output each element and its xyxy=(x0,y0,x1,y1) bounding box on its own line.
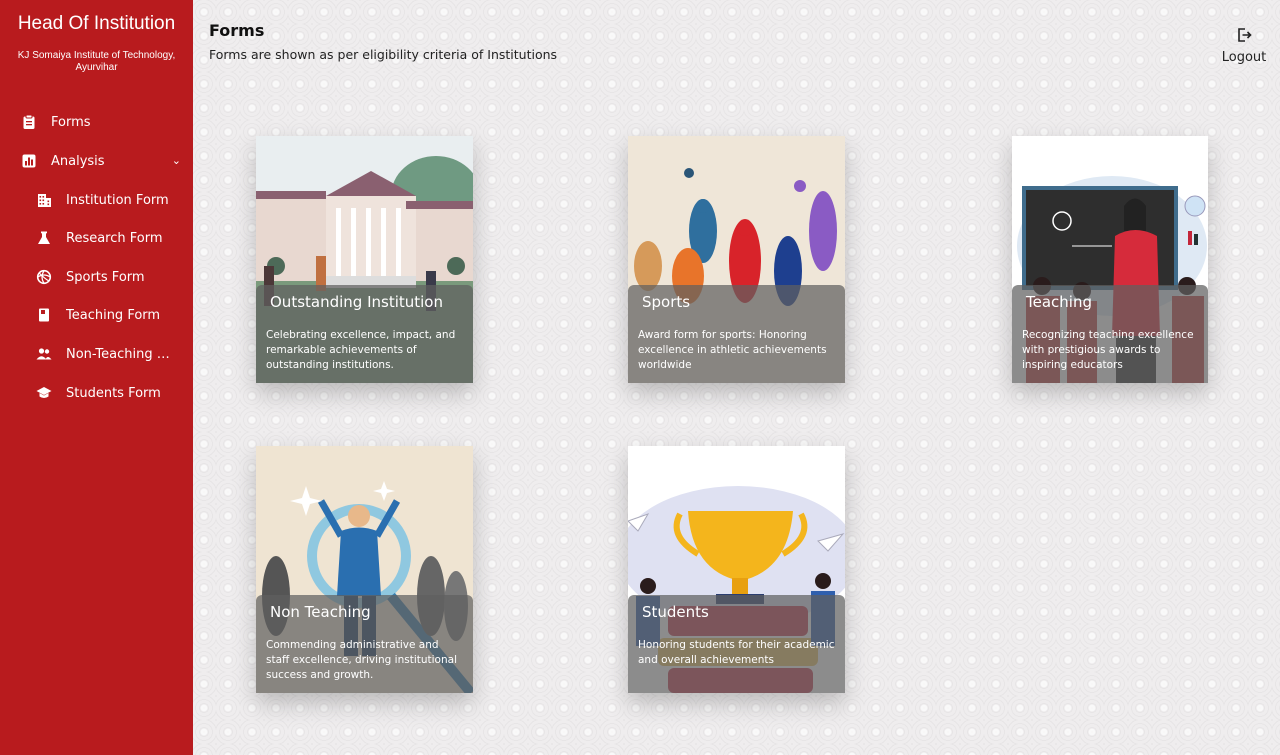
card-description: Recognizing teaching excellence with pre… xyxy=(1022,329,1194,371)
card-description: Honoring students for their academic and… xyxy=(638,639,835,666)
card-teaching[interactable]: Teaching Recognizing teaching excellence… xyxy=(1012,136,1208,383)
sidebar-item-label: Students Form xyxy=(66,385,161,401)
sidebar-item-analysis[interactable]: Analysis ⌄ xyxy=(0,146,193,176)
sidebar: Head Of Institution KJ Somaiya Institute… xyxy=(0,0,193,755)
card-title: Non Teaching xyxy=(270,603,371,621)
sidebar-title: Head Of Institution xyxy=(17,13,176,34)
graduation-cap-icon xyxy=(36,385,52,401)
sidebar-item-label: Teaching Form xyxy=(66,307,161,323)
card-description: Award form for sports: Honoring excellen… xyxy=(638,329,827,371)
institution-name: KJ Somaiya Institute of Technology, Ayur… xyxy=(17,50,176,73)
card-description: Celebrating excellence, impact, and rema… xyxy=(266,329,456,371)
card-outstanding-institution[interactable]: Outstanding Institution Celebrating exce… xyxy=(256,136,473,383)
sidebar-item-label: Analysis xyxy=(51,153,105,169)
page-subtitle: Forms are shown as per eligibility crite… xyxy=(209,47,558,62)
sidebar-item-institution-form[interactable]: Institution Form xyxy=(0,185,193,215)
ball-icon xyxy=(36,269,52,285)
sidebar-item-research-form[interactable]: Research Form xyxy=(0,223,193,253)
sidebar-item-forms[interactable]: Forms xyxy=(0,107,193,137)
card-description: Commending administrative and staff exce… xyxy=(266,639,457,681)
sidebar-item-label: Institution Form xyxy=(66,192,169,208)
sidebar-item-label: Sports Form xyxy=(66,269,145,285)
card-title: Outstanding Institution xyxy=(270,293,443,311)
logout-label: Logout xyxy=(1221,50,1267,65)
card-students[interactable]: Students Honoring students for their aca… xyxy=(628,446,845,693)
bar-chart-icon xyxy=(21,153,37,169)
page-title: Forms xyxy=(209,21,265,40)
card-title: Sports xyxy=(642,293,691,311)
chevron-down-icon[interactable]: ⌄ xyxy=(172,154,181,167)
card-title: Teaching xyxy=(1026,293,1092,311)
building-icon xyxy=(36,192,52,208)
card-non-teaching[interactable]: Non Teaching Commending administrative a… xyxy=(256,446,473,693)
sidebar-item-sports-form[interactable]: Sports Form xyxy=(0,262,193,292)
sidebar-item-label: Research Form xyxy=(66,230,163,246)
sidebar-item-label: Non-Teaching F... xyxy=(66,346,174,362)
sidebar-item-non-teaching-form[interactable]: Non-Teaching F... xyxy=(0,339,193,369)
sidebar-item-students-form[interactable]: Students Form xyxy=(0,378,193,408)
people-icon xyxy=(36,346,52,362)
card-sports[interactable]: Sports Award form for sports: Honoring e… xyxy=(628,136,845,383)
logout-icon xyxy=(1235,28,1253,48)
book-icon xyxy=(36,307,52,323)
clipboard-icon xyxy=(21,114,37,130)
logout-button[interactable]: Logout xyxy=(1215,26,1273,65)
sidebar-item-label: Forms xyxy=(51,114,91,130)
flask-icon xyxy=(36,230,52,246)
sidebar-item-teaching-form[interactable]: Teaching Form xyxy=(0,300,193,330)
card-title: Students xyxy=(642,603,709,621)
